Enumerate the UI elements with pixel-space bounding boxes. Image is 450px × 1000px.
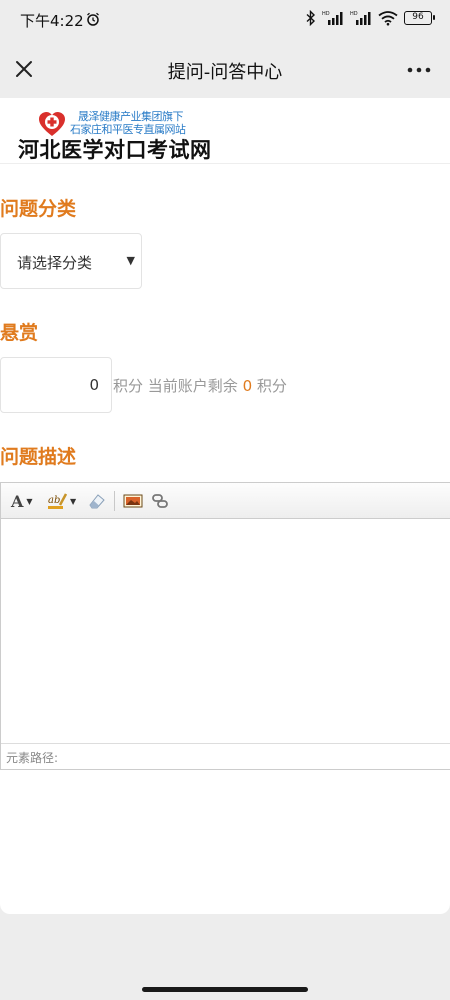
dropdown-arrow-icon: ▼ [126,254,135,267]
signal-icon: HD [322,11,343,25]
reward-input[interactable]: 0 [0,357,112,413]
category-heading: 问题分类 [0,198,77,220]
font-icon: A [11,491,24,511]
reward-value: 0 [89,376,99,394]
reward-heading: 悬赏 [0,322,39,344]
status-time: 下午4:22 [20,12,84,30]
font-color-button[interactable]: ab ▼ [47,490,81,512]
font-button[interactable]: A ▼ [11,490,43,512]
chevron-down-icon: ▼ [70,496,77,506]
category-select[interactable]: 请选择分类 ▼ [0,233,142,289]
element-path-label: 元素路径: [6,751,59,765]
category-select-value: 请选择分类 [17,254,93,272]
editor-toolbar: A ▼ ab ▼ [1,483,450,519]
battery-icon: 96 [404,11,435,25]
alarm-icon [87,12,99,26]
font-color-icon: ab [48,493,67,509]
logo-title: 河北医学对口考试网 [18,137,212,162]
wifi-icon [378,11,398,26]
balance-value: 0 [242,377,253,395]
rich-text-editor: A ▼ ab ▼ 元素路径: [0,482,450,770]
insert-image-button[interactable] [123,490,145,512]
status-indicators: HD HD 96 [306,10,435,26]
balance-prefix: 当前账户剩余 [147,377,238,395]
page-title: 提问-问答中心 [167,62,283,83]
eraser-icon [89,494,105,509]
site-logo[interactable]: 晟泽健康产业集团旗下 石家庄和平医专直属网站 河北医学对口考试网 [0,98,450,164]
chevron-down-icon: ▼ [26,496,33,506]
nav-bar: 提问-问答中心 [0,40,450,98]
description-textarea[interactable] [1,519,450,744]
toolbar-divider [114,491,115,511]
image-icon [123,494,143,508]
reward-info: 积分 当前账户剩余 0 积分 [113,375,287,396]
description-heading: 问题描述 [0,446,77,468]
insert-link-button[interactable] [151,490,171,512]
home-indicator[interactable] [142,987,308,992]
bluetooth-icon [306,10,316,26]
balance-unit: 积分 [256,377,287,395]
svg-text:HD: HD [350,11,358,17]
eraser-button[interactable] [87,490,109,512]
page-content: 晟泽健康产业集团旗下 石家庄和平医专直属网站 河北医学对口考试网 问题分类 请选… [0,98,450,914]
reward-unit: 积分 [113,377,144,395]
svg-text:HD: HD [322,11,330,17]
link-icon [152,494,168,508]
svg-text:ab: ab [48,495,60,506]
more-icon[interactable] [406,62,432,78]
element-path-bar: 元素路径: [1,743,450,769]
signal-icon: HD [350,11,371,25]
status-bar: 下午4:22 HD HD 96 [0,0,450,40]
